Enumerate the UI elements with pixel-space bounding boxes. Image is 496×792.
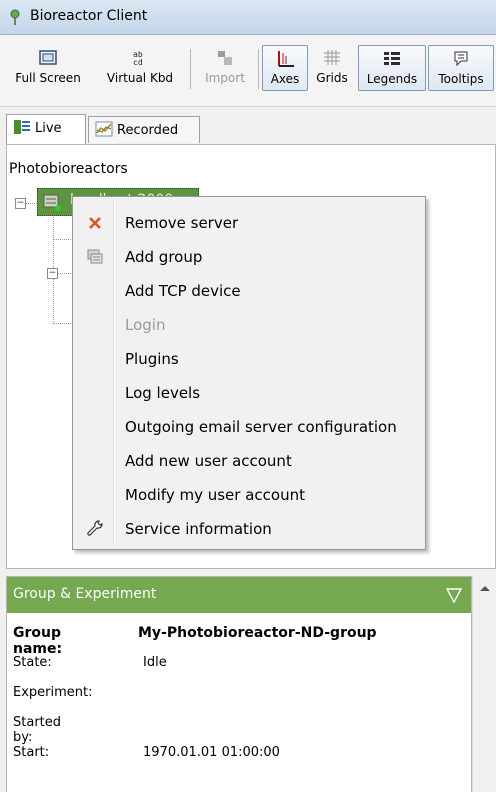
grid-icon [324,50,340,65]
tab-recorded[interactable]: Recorded [88,116,200,143]
panel-title: Group & Experiment [13,586,157,602]
live-icon [14,120,30,134]
toolbar-separator [190,49,191,89]
grids-toggle-button[interactable]: Grids [310,45,354,91]
axes-toggle-button[interactable]: Axes [262,45,308,91]
import-icon [218,51,232,65]
tree-expander[interactable]: − [47,268,58,279]
menu-item-log-levels[interactable]: Log levels [75,376,423,409]
menu-item-add-group[interactable]: Add group [75,240,423,273]
virtual-kbd-button[interactable]: ab cd Virtual Kbd [96,45,184,91]
state-value: Idle [143,655,167,670]
remove-x-icon [89,217,101,229]
menu-item-label: Service information [125,520,272,538]
menu-item-plugins[interactable]: Plugins [75,342,423,375]
legends-label: Legends [366,72,418,86]
add-group-icon [87,249,103,264]
view-tabs: Live Recorded [0,112,496,144]
menu-item-label: Modify my user account [125,486,305,504]
tree-expander[interactable]: − [15,198,26,209]
window-titlebar: Bioreactor Client [0,0,496,35]
start-label: Start: [13,745,50,760]
menu-item-label: Log levels [125,384,201,402]
started-by-label: Started by: [13,715,62,745]
tab-recorded-label: Recorded [117,123,179,138]
tab-live[interactable]: Live [6,114,86,144]
menu-item-service-information[interactable]: Service information [75,512,423,545]
menu-item-label: Remove server [125,214,239,232]
toolbar-separator [258,49,259,89]
menu-item-label: Login [125,316,166,334]
tooltips-label: Tooltips [438,72,484,86]
legends-toggle-button[interactable]: Legends [358,45,426,91]
full-screen-label: Full Screen [15,71,81,85]
toolbar: Full Screen ab cd Virtual Kbd Import Axe… [0,35,496,107]
menu-item-email-server-config[interactable]: Outgoing email server configuration [75,410,423,443]
menu-item-label: Add new user account [125,452,292,470]
menu-item-add-tcp-device[interactable]: Add TCP device [75,274,423,307]
context-menu: Remove server Add group Add TCP device L… [72,196,426,550]
tab-live-label: Live [35,121,62,136]
axes-label: Axes [270,72,300,86]
menu-item-label: Plugins [125,350,179,368]
full-screen-button[interactable]: Full Screen [4,45,92,91]
group-name-value: My-Photobioreactor-ND-group [138,625,377,641]
panel-scrollbar[interactable] [472,576,496,792]
panel-header[interactable]: Group & Experiment [7,577,471,613]
tooltip-icon [454,51,468,67]
start-value: 1970.01.01 01:00:00 [143,745,280,760]
virtual-kbd-label: Virtual Kbd [106,71,174,85]
menu-item-add-user-account[interactable]: Add new user account [75,444,423,477]
tooltips-toggle-button[interactable]: Tooltips [428,45,494,91]
menu-item-label: Outgoing email server configuration [125,418,397,436]
grids-label: Grids [316,71,348,85]
group-name-label: Group name: [13,625,63,657]
menu-item-remove-server[interactable]: Remove server [75,206,423,239]
tree-root-label: Photobioreactors [9,161,128,177]
svg-text:cd: cd [133,58,143,67]
fullscreen-icon [39,50,57,65]
pin-icon [10,9,20,25]
menu-item-label: Add group [125,248,203,266]
window-title: Bioreactor Client [30,8,148,24]
legend-icon [384,52,400,65]
menu-item-login[interactable]: Login [75,308,423,341]
group-experiment-panel: Group & Experiment Group name: My-Photob… [6,576,472,792]
collapse-triangle-icon[interactable] [445,586,463,604]
scroll-up-arrow-icon[interactable] [480,586,490,591]
server-icon [43,194,61,211]
state-label: State: [13,655,52,670]
import-button[interactable]: Import [196,45,254,91]
import-label: Import [205,71,245,85]
wrench-icon [87,520,103,536]
chart-icon [95,121,113,137]
keyboard-icon: ab cd [133,50,143,67]
menu-item-modify-user-account[interactable]: Modify my user account [75,478,423,511]
axes-icon [278,51,294,67]
menu-item-label: Add TCP device [125,282,241,300]
experiment-label: Experiment: [13,685,93,700]
